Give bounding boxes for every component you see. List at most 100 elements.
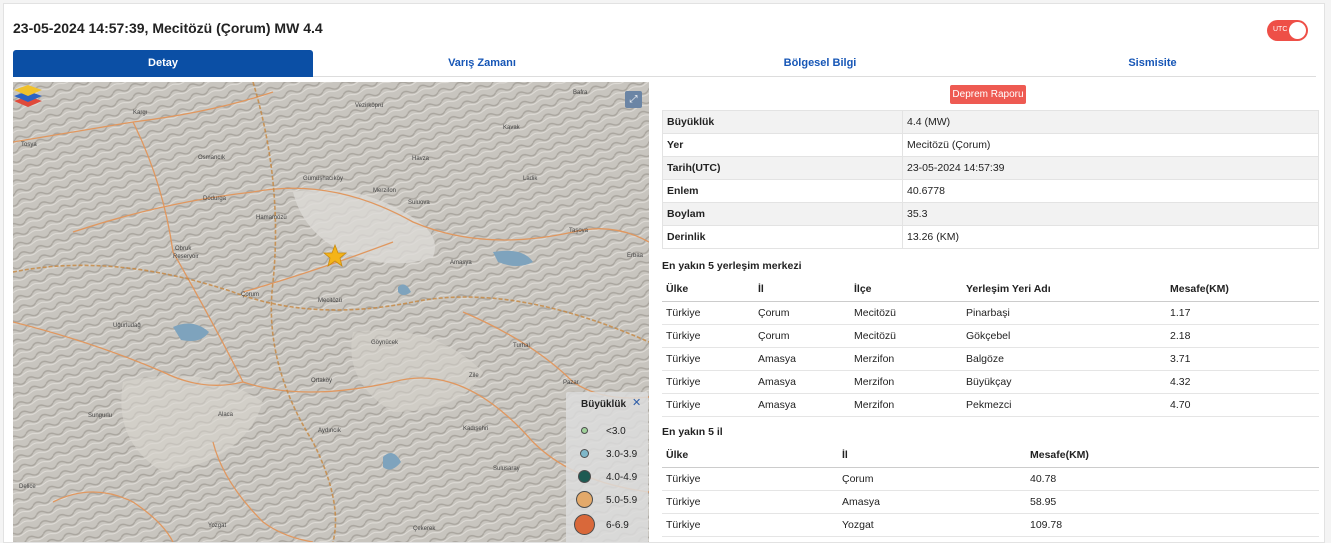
cell: 4.32 xyxy=(1166,370,1319,394)
column-header: Ülke xyxy=(662,278,754,302)
cell: Balgöze xyxy=(962,347,1166,371)
table-header-row: Ülke İl Mesafe(KM) xyxy=(662,444,1319,468)
nearest-provinces-table: Ülke İl Mesafe(KM) Türkiye Çorum 40.78 Tür… xyxy=(662,444,1319,537)
provinces-heading: En yakın 5 il xyxy=(662,426,723,438)
column-header: Mesafe(KM) xyxy=(1026,444,1319,468)
map-label-pazar: Pazar xyxy=(563,380,579,386)
legend-label: 5.0-5.9 xyxy=(606,495,638,506)
map-label-kadisehri: Kadışehri xyxy=(463,426,488,432)
cell: Türkiye xyxy=(662,467,838,491)
table-row: Türkiye Çorum Mecitözü Pinarbaşi 1.17 xyxy=(662,301,1319,325)
table-row: Tarih(UTC) 23-05-2024 14:57:39 xyxy=(662,156,1319,180)
tab-bolgesel-bilgi[interactable]: Bölgesel Bilgi xyxy=(651,50,989,77)
cell: Merzifon xyxy=(850,393,962,417)
map-label-goynucek: Göynücek xyxy=(371,340,399,346)
table-row: Derinlik 13.26 (KM) xyxy=(662,225,1319,249)
settlements-heading: En yakın 5 yerleşim merkezi xyxy=(662,260,802,272)
column-header: İl xyxy=(754,278,850,302)
cell: 1.17 xyxy=(1166,301,1319,325)
map-label-suluova: Suluova xyxy=(408,200,430,206)
map-label-gumushacikoy: Gümüşhacıköy xyxy=(303,176,343,182)
detail-value: 13.26 (KM) xyxy=(902,225,1319,249)
cell: 40.78 xyxy=(1026,467,1319,491)
legend-dot-4 xyxy=(578,470,591,483)
event-details-table: Büyüklük 4.4 (MW) Yer Mecitözü (Çorum) Tar… xyxy=(662,110,1319,249)
expand-icon[interactable]: ⤢ xyxy=(625,91,642,108)
map-label-hamamozu: Hamamözü xyxy=(256,215,287,221)
legend-row: <3.0 xyxy=(566,422,648,442)
table-row: Türkiye Amasya Merzifon Balgöze 3.71 xyxy=(662,347,1319,371)
map-label-obruk: Obruk xyxy=(175,246,192,252)
cell: Türkiye xyxy=(662,347,754,371)
cell: Merzifon xyxy=(850,370,962,394)
legend-label: 6-6.9 xyxy=(606,520,629,531)
utc-toggle-label: UTC xyxy=(1273,26,1288,33)
cell: Türkiye xyxy=(662,490,838,514)
legend-dot-3 xyxy=(580,449,589,458)
detail-key: Derinlik xyxy=(662,225,903,249)
map-label-sulusaray: Sulusaray xyxy=(493,466,520,472)
cell: 4.70 xyxy=(1166,393,1319,417)
map-label-reservoir: Reservoir xyxy=(173,254,199,260)
map-label-alaca: Alaca xyxy=(218,412,234,418)
cell: 2.18 xyxy=(1166,324,1319,348)
tab-varis-zamani[interactable]: Varış Zamanı xyxy=(313,50,651,77)
legend-dot-lt3 xyxy=(581,427,588,434)
map-label-zile: Zile xyxy=(469,373,479,379)
map-label-tosya: Tosya xyxy=(21,142,37,148)
detail-key: Enlem xyxy=(662,179,903,203)
table-row: Boylam 35.3 xyxy=(662,202,1319,226)
utc-toggle[interactable]: UTC xyxy=(1267,20,1308,41)
nearest-settlements-table: Ülke İl İlçe Yerleşim Yeri Adı Mesafe(KM… xyxy=(662,278,1319,417)
legend-title: Büyüklük xyxy=(581,399,627,410)
cell: 3.71 xyxy=(1166,347,1319,371)
detail-value: Mecitözü (Çorum) xyxy=(902,133,1319,157)
detail-value: 35.3 xyxy=(902,202,1319,226)
page-title: 23-05-2024 14:57:39, Mecitözü (Çorum) MW… xyxy=(13,20,323,36)
epicenter-map[interactable]: Vezirköprü Kargı Bafra Osmancık Havza Ka… xyxy=(13,82,649,542)
legend-row: 5.0-5.9 xyxy=(566,491,648,511)
column-header: Yerleşim Yeri Adı xyxy=(962,278,1166,302)
column-header: Ülke xyxy=(662,444,838,468)
map-label-ugurludag: Uğurludağ xyxy=(113,323,141,329)
layers-icon[interactable] xyxy=(13,82,43,108)
cell: Pinarbaşi xyxy=(962,301,1166,325)
tab-detay[interactable]: Detay xyxy=(13,50,313,77)
legend-row: 4.0-4.9 xyxy=(566,468,648,488)
table-row: Büyüklük 4.4 (MW) xyxy=(662,110,1319,134)
toggle-knob xyxy=(1289,22,1306,39)
legend-row: 6-6.9 xyxy=(566,514,648,536)
cell: Amasya xyxy=(754,393,850,417)
tab-bar: Detay Varış Zamanı Bölgesel Bilgi Sismis… xyxy=(13,50,1316,77)
cell: 58.95 xyxy=(1026,490,1319,514)
detail-key: Tarih(UTC) xyxy=(662,156,903,180)
map-label-erbaa: Erbaa xyxy=(627,253,644,259)
detail-value: 23-05-2024 14:57:39 xyxy=(902,156,1319,180)
map-label-ladik: Ladik xyxy=(523,176,538,182)
map-label-aydincik: Aydıncık xyxy=(318,428,342,434)
tab-sismisite[interactable]: Sismisite xyxy=(989,50,1316,77)
cell: Amasya xyxy=(838,490,1026,514)
legend-label: <3.0 xyxy=(606,426,626,437)
detail-value: 40.6778 xyxy=(902,179,1319,203)
detail-key: Büyüklük xyxy=(662,110,903,134)
cell: Gökçebel xyxy=(962,324,1166,348)
map-label-havza: Havza xyxy=(412,156,430,162)
detail-key: Boylam xyxy=(662,202,903,226)
detail-key: Yer xyxy=(662,133,903,157)
detail-value: 4.4 (MW) xyxy=(902,110,1319,134)
cell: Türkiye xyxy=(662,393,754,417)
table-header-row: Ülke İl İlçe Yerleşim Yeri Adı Mesafe(KM… xyxy=(662,278,1319,302)
legend-dot-6 xyxy=(574,514,595,535)
legend-row: 3.0-3.9 xyxy=(566,445,648,465)
terrain-map-graphic: Vezirköprü Kargı Bafra Osmancık Havza Ka… xyxy=(13,82,649,542)
cell: Amasya xyxy=(754,370,850,394)
map-label-cekerek: Çekerek xyxy=(413,526,436,532)
close-icon[interactable]: ✕ xyxy=(632,396,641,409)
map-label-merzifon: Merzifon xyxy=(373,188,396,194)
legend-label: 3.0-3.9 xyxy=(606,449,638,460)
map-label-corum: Çorum xyxy=(241,292,259,298)
table-row: Enlem 40.6778 xyxy=(662,179,1319,203)
earthquake-report-button[interactable]: Deprem Raporu xyxy=(950,85,1026,104)
map-label-tasova: Taşova xyxy=(569,228,589,234)
